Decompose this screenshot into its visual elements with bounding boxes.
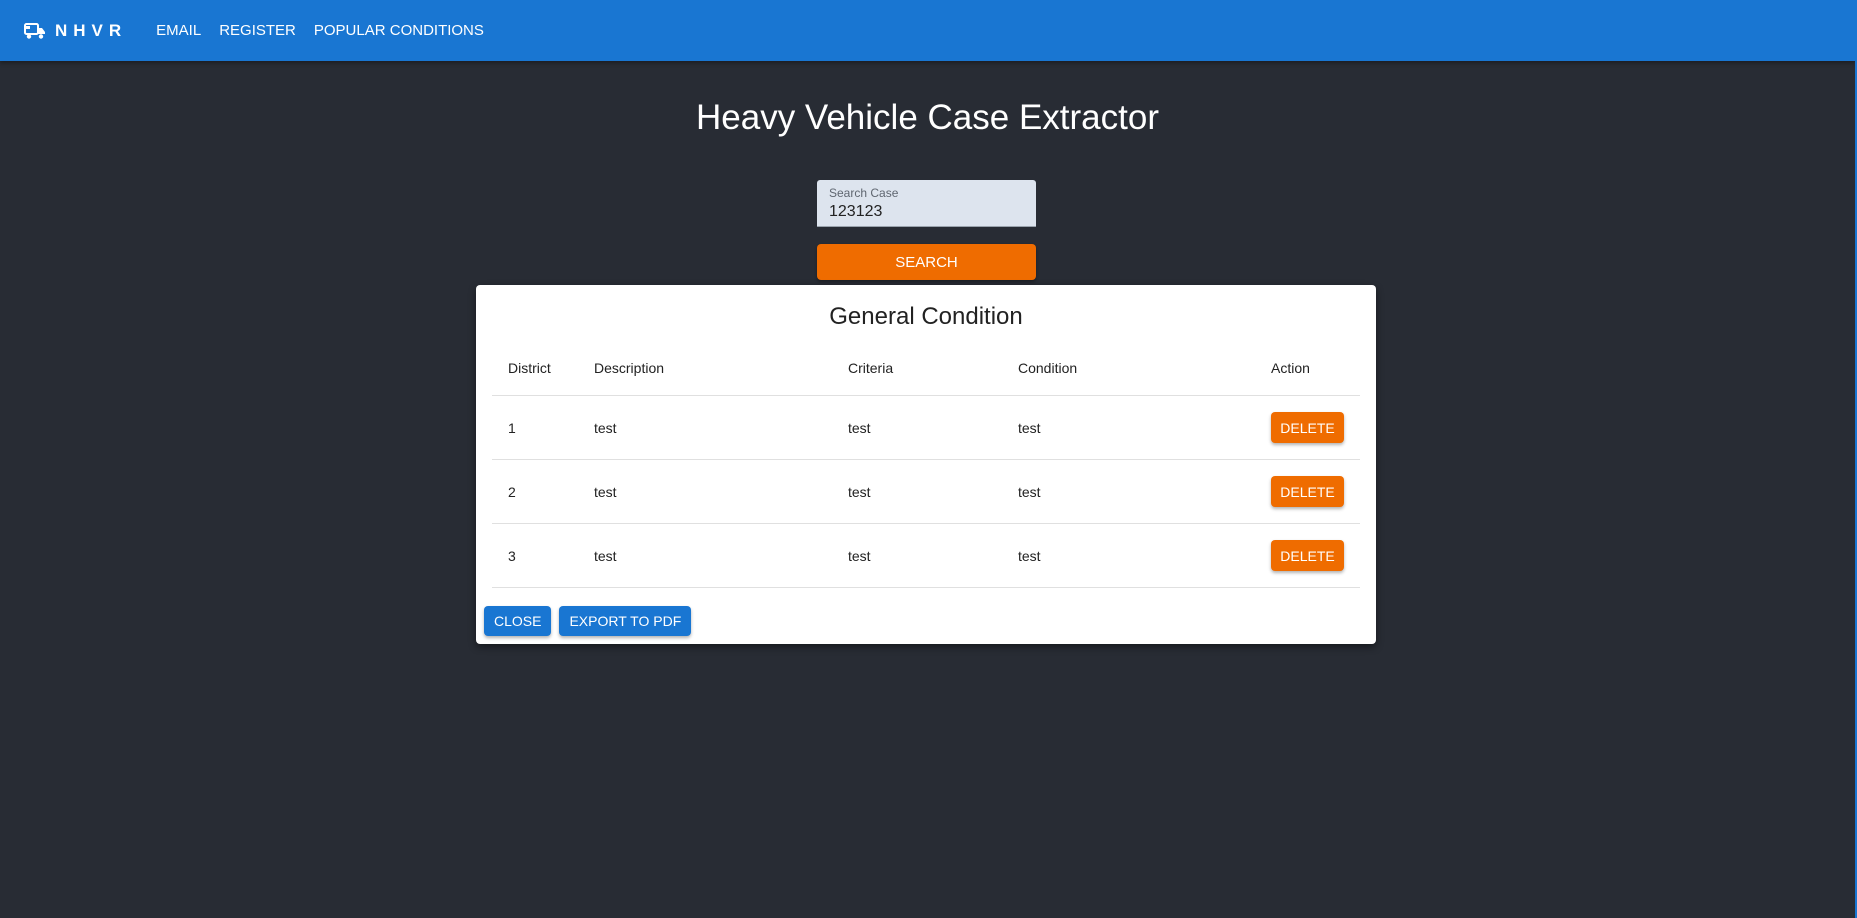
- nav-menu: EMAIL REGISTER POPULAR CONDITIONS: [147, 14, 493, 47]
- nav-register[interactable]: REGISTER: [210, 14, 305, 47]
- table-header-row: District Description Criteria Condition …: [492, 341, 1360, 396]
- table-row: 1 test test test DELETE: [492, 395, 1360, 460]
- column-header-criteria: Criteria: [832, 341, 1002, 396]
- cell-action: DELETE: [1255, 459, 1360, 524]
- conditions-table-wrapper: District Description Criteria Condition …: [492, 341, 1360, 588]
- cell-criteria: test: [832, 395, 1002, 460]
- search-case-label: Search Case: [829, 186, 899, 200]
- app-bar: NHVR EMAIL REGISTER POPULAR CONDITIONS: [0, 0, 1855, 61]
- cell-condition: test: [1002, 459, 1255, 524]
- cell-district: 2: [492, 459, 578, 524]
- cell-description: test: [578, 395, 832, 460]
- cell-condition: test: [1002, 523, 1255, 588]
- search-case-field[interactable]: Search Case: [817, 180, 1036, 227]
- page-title: Heavy Vehicle Case Extractor: [696, 98, 1159, 137]
- truck-icon: [24, 22, 45, 39]
- cell-description: test: [578, 523, 832, 588]
- cell-criteria: test: [832, 523, 1002, 588]
- brand[interactable]: NHVR: [24, 21, 127, 41]
- nav-popular-conditions[interactable]: POPULAR CONDITIONS: [305, 14, 493, 47]
- cell-district: 1: [492, 395, 578, 460]
- table-row: 3 test test test DELETE: [492, 523, 1360, 588]
- delete-button[interactable]: DELETE: [1271, 476, 1344, 507]
- delete-button[interactable]: DELETE: [1271, 412, 1344, 443]
- cell-criteria: test: [832, 459, 1002, 524]
- cell-description: test: [578, 459, 832, 524]
- general-condition-panel: General Condition District Description C…: [476, 285, 1376, 644]
- column-header-condition: Condition: [1002, 341, 1255, 396]
- cell-condition: test: [1002, 395, 1255, 460]
- panel-title: General Condition: [829, 303, 1023, 330]
- column-header-action: Action: [1255, 341, 1360, 396]
- cell-district: 3: [492, 523, 578, 588]
- search-button[interactable]: SEARCH: [817, 244, 1036, 280]
- delete-button[interactable]: DELETE: [1271, 540, 1344, 571]
- search-case-input[interactable]: [829, 202, 1024, 222]
- table-row: 2 test test test DELETE: [492, 459, 1360, 524]
- column-header-description: Description: [578, 341, 832, 396]
- panel-actions: CLOSE EXPORT TO PDF: [484, 606, 699, 636]
- cell-action: DELETE: [1255, 523, 1360, 588]
- conditions-table: District Description Criteria Condition …: [492, 341, 1360, 588]
- nav-email[interactable]: EMAIL: [147, 14, 210, 47]
- cell-action: DELETE: [1255, 395, 1360, 460]
- brand-name: NHVR: [55, 20, 128, 40]
- export-to-pdf-button[interactable]: EXPORT TO PDF: [559, 606, 692, 636]
- close-button[interactable]: CLOSE: [484, 606, 552, 636]
- column-header-district: District: [492, 341, 578, 396]
